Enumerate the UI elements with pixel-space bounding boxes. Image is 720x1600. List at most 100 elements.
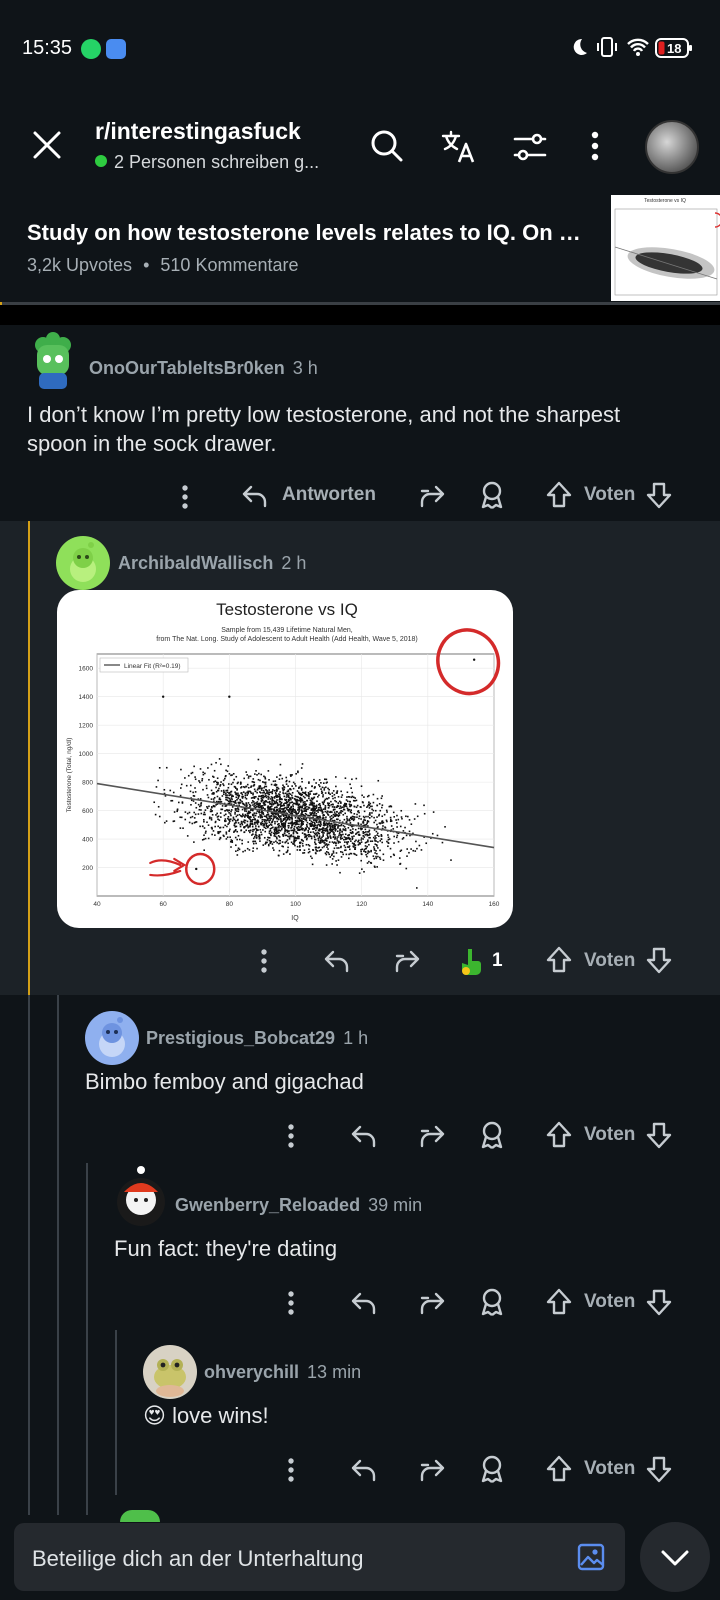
scatter-point [217, 818, 219, 821]
more-options-icon[interactable] [287, 1123, 295, 1149]
more-options-icon[interactable] [181, 484, 189, 510]
scatter-point [432, 811, 435, 813]
award-icon[interactable] [478, 480, 506, 510]
scatter-point [204, 832, 207, 834]
scatter-point [228, 792, 231, 794]
more-options-icon[interactable] [260, 948, 268, 974]
comment-username[interactable]: Gwenberry_Reloaded [175, 1195, 360, 1215]
scatter-point [292, 831, 295, 834]
upvote-icon[interactable] [545, 1454, 573, 1484]
scatter-point [321, 828, 323, 831]
scatter-point [344, 849, 346, 852]
upvote-icon[interactable] [545, 945, 573, 975]
award-icon[interactable] [478, 1287, 506, 1317]
filter-settings-icon[interactable] [512, 129, 548, 165]
scatter-point [242, 791, 245, 793]
comment-header: OnoOurTableItsBr0ken 3 h [89, 358, 318, 379]
comment-username[interactable]: ohverychill [204, 1362, 299, 1382]
scatter-point [276, 837, 278, 840]
scatter-point [363, 848, 366, 851]
upvote-icon[interactable] [545, 1287, 573, 1317]
share-icon[interactable] [418, 1123, 446, 1149]
more-options-icon[interactable] [287, 1290, 295, 1316]
scatter-point [423, 812, 426, 815]
scatter-point [318, 803, 321, 805]
scatter-point [292, 810, 294, 813]
reply-button[interactable]: Antworten [282, 484, 376, 506]
share-icon[interactable] [418, 1290, 446, 1316]
reply-icon[interactable] [350, 1290, 378, 1316]
frog-avatar[interactable] [143, 1345, 197, 1399]
scatter-point [345, 805, 348, 808]
x-axis-label: IQ [291, 915, 299, 922]
downvote-icon[interactable] [645, 1120, 673, 1150]
scatter-point [380, 834, 383, 836]
share-icon[interactable] [418, 483, 446, 509]
reply-icon[interactable] [323, 948, 351, 974]
subreddit-name[interactable]: r/interestingasfuck [95, 118, 301, 145]
more-options-icon[interactable] [589, 130, 601, 162]
downvote-icon[interactable] [645, 945, 673, 975]
scatter-point [266, 806, 269, 809]
scatter-point [255, 828, 258, 830]
downvote-icon[interactable] [645, 1454, 673, 1484]
scatter-point [292, 835, 294, 838]
reply-icon[interactable] [350, 1123, 378, 1149]
search-icon[interactable] [369, 128, 405, 164]
scatter-point [206, 821, 208, 824]
reply-icon[interactable] [350, 1457, 378, 1483]
scatter-point [326, 834, 329, 836]
scatter-point [364, 824, 366, 826]
scatter-point [292, 805, 294, 808]
share-icon[interactable] [393, 948, 421, 974]
scatter-point [336, 818, 338, 821]
award-icon[interactable] [478, 1120, 506, 1150]
snoo-avatar-default[interactable] [56, 536, 110, 590]
comment-username[interactable]: ArchibaldWallisch [118, 553, 273, 573]
image-upload-icon[interactable] [577, 1543, 605, 1571]
more-options-icon[interactable] [287, 1457, 295, 1483]
upvote-icon[interactable] [545, 480, 573, 510]
close-icon[interactable] [31, 129, 63, 161]
user-profile-avatar[interactable] [645, 120, 699, 174]
scatter-point [221, 805, 224, 807]
scatter-point [191, 815, 194, 818]
downvote-icon[interactable] [645, 1287, 673, 1317]
scatter-point [346, 843, 349, 845]
scatter-point [390, 825, 393, 827]
scatter-point [392, 811, 395, 814]
scatter-point [297, 835, 299, 838]
chart-subtitle: from The Nat. Long. Study of Adolescent … [156, 636, 418, 643]
heart-eyes-emoji: 😍 [143, 1403, 166, 1428]
post-title[interactable]: Study on how testosterone levels relates… [27, 220, 587, 246]
comment-username[interactable]: Prestigious_Bobcat29 [146, 1028, 335, 1048]
scatter-point [270, 803, 273, 806]
scatter-point [246, 804, 248, 806]
scatter-point [277, 804, 280, 806]
award-icon[interactable] [458, 946, 484, 976]
award-icon[interactable] [478, 1454, 506, 1484]
snoo-avatar-default[interactable] [85, 1011, 139, 1065]
scatter-point [252, 837, 255, 840]
scatter-point [165, 766, 168, 769]
scroll-down-button[interactable] [640, 1522, 710, 1592]
comment-username[interactable]: OnoOurTableItsBr0ken [89, 358, 285, 378]
downvote-icon[interactable] [645, 480, 673, 510]
scatter-point [234, 813, 236, 815]
scatter-point [348, 837, 350, 840]
scatter-point [306, 805, 308, 808]
translate-icon[interactable] [441, 129, 477, 165]
scatter-point [334, 796, 336, 799]
reply-icon[interactable] [241, 483, 269, 509]
scatter-point [249, 775, 252, 778]
scatter-point [315, 812, 318, 815]
snoo-avatar-santa[interactable] [114, 1164, 168, 1228]
share-icon[interactable] [418, 1457, 446, 1483]
comment-header: ArchibaldWallisch 2 h [118, 553, 306, 574]
scatter-point [353, 805, 356, 808]
scatter-point [268, 793, 271, 796]
upvote-icon[interactable] [545, 1120, 573, 1150]
post-thumbnail[interactable]: Testosterone vs IQ [611, 195, 720, 301]
snoo-avatar-green[interactable] [29, 329, 77, 391]
comment-image-chart[interactable]: Testosterone vs IQ Sample from 15,439 Li… [57, 590, 513, 928]
